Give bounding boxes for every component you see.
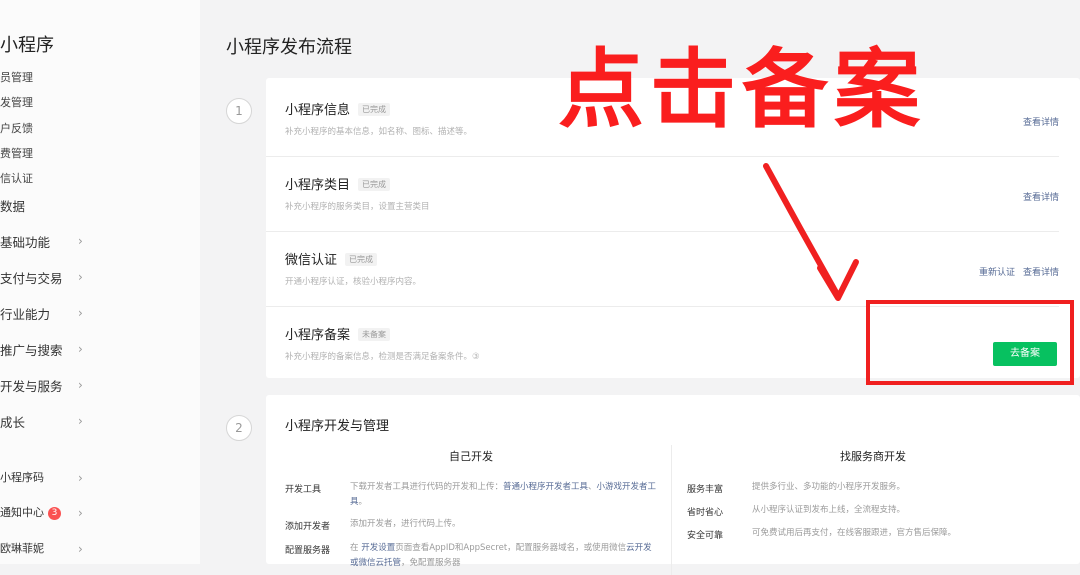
annotation-label: 点击备案 [558,40,926,140]
annotation-highlight-box [866,300,1074,385]
